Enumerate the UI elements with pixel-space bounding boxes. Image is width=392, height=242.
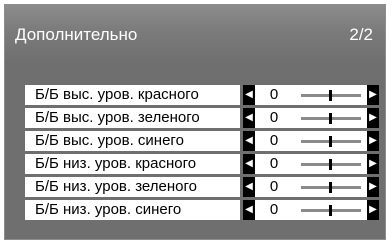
- slider-track[interactable]: [301, 182, 361, 193]
- setting-row-wb-high-blue[interactable]: Б/Б выс. уров. синего ◀ 0 ▶: [25, 131, 379, 151]
- value-slider[interactable]: ◀ 0 ▶: [243, 154, 379, 174]
- arrow-left-icon[interactable]: ◀: [243, 200, 255, 220]
- arrow-right-icon[interactable]: ▶: [367, 131, 379, 151]
- setting-value: 0: [269, 86, 279, 103]
- value-slider[interactable]: ◀ 0 ▶: [243, 177, 379, 197]
- slider-thumb[interactable]: [329, 159, 332, 170]
- settings-list: Б/Б выс. уров. красного ◀ 0 ▶ Б/Б выс. у…: [25, 85, 379, 223]
- slider-track[interactable]: [301, 205, 361, 216]
- value-slider[interactable]: ◀ 0 ▶: [243, 131, 379, 151]
- value-slider[interactable]: ◀ 0 ▶: [243, 85, 379, 105]
- setting-value: 0: [269, 132, 279, 149]
- slider-thumb[interactable]: [329, 136, 332, 147]
- slider-thumb[interactable]: [329, 182, 332, 193]
- setting-row-wb-low-blue[interactable]: Б/Б низ. уров. синего ◀ 0 ▶: [25, 200, 379, 220]
- setting-label: Б/Б выс. уров. синего: [25, 131, 240, 151]
- arrow-left-icon[interactable]: ◀: [243, 108, 255, 128]
- setting-label: Б/Б низ. уров. красного: [25, 154, 240, 174]
- arrow-left-icon[interactable]: ◀: [243, 85, 255, 105]
- arrow-left-icon[interactable]: ◀: [243, 154, 255, 174]
- setting-label: Б/Б выс. уров. красного: [25, 85, 240, 105]
- arrow-left-icon[interactable]: ◀: [243, 177, 255, 197]
- setting-value: 0: [269, 178, 279, 195]
- setting-label: Б/Б выс. уров. зеленого: [25, 108, 240, 128]
- panel-header: Дополнительно 2/2: [5, 5, 385, 63]
- setting-label: Б/Б низ. уров. зеленого: [25, 177, 240, 197]
- settings-panel: Дополнительно 2/2 Б/Б выс. уров. красног…: [4, 4, 386, 240]
- slider-track[interactable]: [301, 136, 361, 147]
- setting-row-wb-low-red[interactable]: Б/Б низ. уров. красного ◀ 0 ▶: [25, 154, 379, 174]
- slider-thumb[interactable]: [329, 205, 332, 216]
- slider-track[interactable]: [301, 90, 361, 101]
- value-slider[interactable]: ◀ 0 ▶: [243, 108, 379, 128]
- arrow-right-icon[interactable]: ▶: [367, 154, 379, 174]
- slider-thumb[interactable]: [329, 90, 332, 101]
- setting-label: Б/Б низ. уров. синего: [25, 200, 240, 220]
- slider-track[interactable]: [301, 113, 361, 124]
- setting-value: 0: [269, 155, 279, 172]
- arrow-right-icon[interactable]: ▶: [367, 108, 379, 128]
- arrow-right-icon[interactable]: ▶: [367, 200, 379, 220]
- setting-row-wb-high-red[interactable]: Б/Б выс. уров. красного ◀ 0 ▶: [25, 85, 379, 105]
- setting-value: 0: [269, 109, 279, 126]
- slider-track[interactable]: [301, 159, 361, 170]
- slider-thumb[interactable]: [329, 113, 332, 124]
- page-indicator: 2/2: [349, 25, 373, 44]
- arrow-left-icon[interactable]: ◀: [243, 131, 255, 151]
- arrow-right-icon[interactable]: ▶: [367, 85, 379, 105]
- value-slider[interactable]: ◀ 0 ▶: [243, 200, 379, 220]
- setting-value: 0: [269, 201, 279, 218]
- arrow-right-icon[interactable]: ▶: [367, 177, 379, 197]
- page-title: Дополнительно: [15, 25, 138, 44]
- setting-row-wb-low-green[interactable]: Б/Б низ. уров. зеленого ◀ 0 ▶: [25, 177, 379, 197]
- setting-row-wb-high-green[interactable]: Б/Б выс. уров. зеленого ◀ 0 ▶: [25, 108, 379, 128]
